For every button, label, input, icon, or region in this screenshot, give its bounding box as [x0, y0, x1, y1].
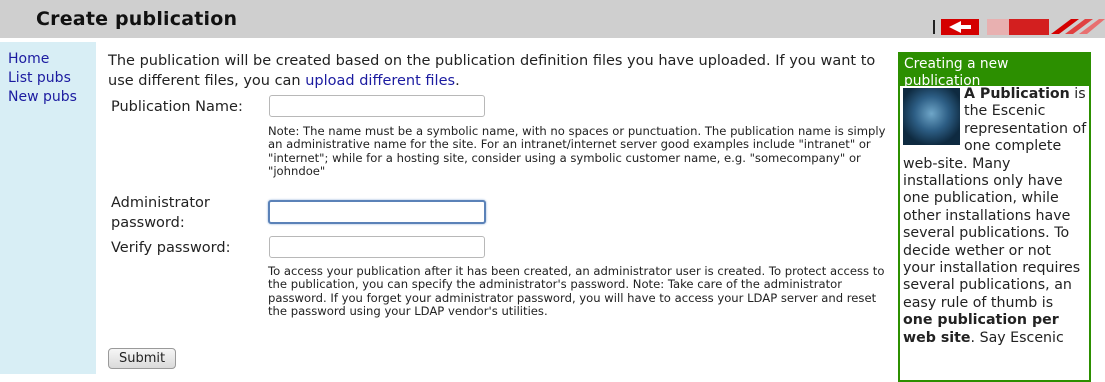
administrator-password-input[interactable] — [268, 200, 486, 224]
page-title: Create publication — [36, 8, 238, 30]
sidebar-heading: Creating a new publication — [900, 52, 1089, 89]
portrait-image — [903, 88, 960, 145]
nav-home-link[interactable]: Home — [0, 50, 96, 69]
page-scrollbar[interactable] — [1096, 52, 1105, 374]
nav-list-pubs-link[interactable]: List pubs — [0, 69, 96, 88]
page-header: Create publication — [0, 0, 1105, 38]
sidebar-term: A Publication — [964, 86, 1070, 102]
sidebar-text-2: . Say Escenic — [970, 329, 1064, 346]
password-note: To access your publication after it has … — [268, 264, 885, 318]
publication-name-input[interactable] — [269, 95, 485, 117]
publication-name-note: Note: The name must be a symbolic name, … — [268, 124, 886, 178]
main-content: The publication will be created based on… — [108, 51, 888, 369]
upload-different-files-link[interactable]: upload different files — [305, 73, 455, 89]
sidebar-body: A Publication is the Escenic representat… — [900, 86, 1089, 347]
administrator-password-label: Administrator password: — [111, 195, 210, 231]
submit-button[interactable]: Submit — [108, 348, 177, 369]
intro-end: . — [455, 73, 460, 89]
left-nav: Home List pubs New pubs — [0, 42, 96, 374]
intro-paragraph: The publication will be created based on… — [108, 51, 888, 91]
verify-password-input[interactable] — [269, 236, 485, 258]
intro-text: The publication will be created based on… — [108, 53, 876, 89]
escenic-logo-icon — [933, 19, 1105, 35]
publication-name-label: Publication Name: — [111, 99, 243, 115]
verify-password-label: Verify password: — [111, 240, 231, 256]
help-sidebar: Creating a new publication A Publication… — [898, 52, 1091, 382]
nav-new-pubs-link[interactable]: New pubs — [0, 88, 96, 107]
